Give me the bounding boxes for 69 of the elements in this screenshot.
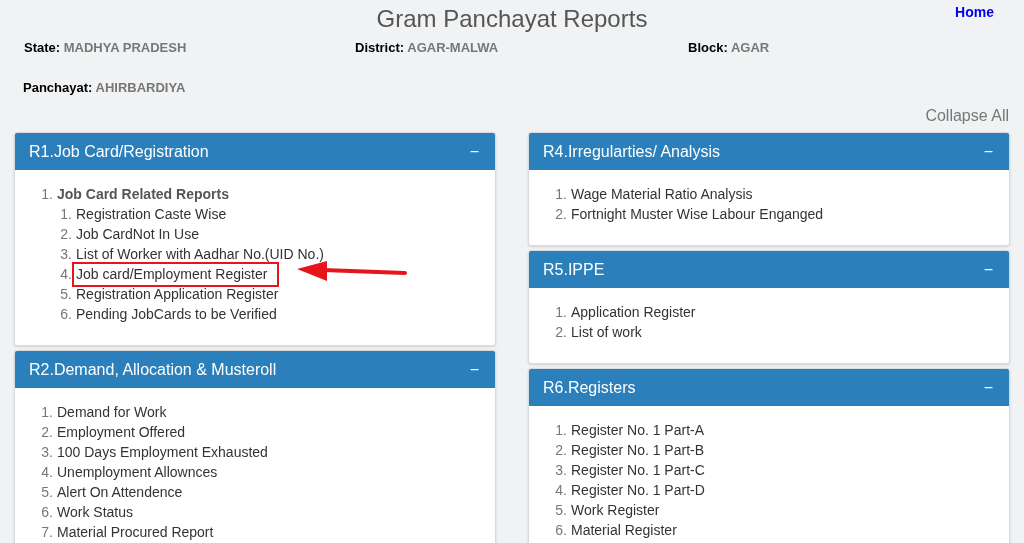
report-link[interactable]: Alert On Attendence (57, 481, 183, 503)
info-field: Panchayat: AHIRBARDIYA (23, 78, 1024, 94)
report-link[interactable]: Register No. 1 Part-A (571, 419, 705, 441)
report-link[interactable]: Demand for Work (57, 401, 167, 423)
report-link[interactable]: Material Register (571, 519, 677, 541)
report-link[interactable]: Register No. 1 Part-D (571, 479, 705, 501)
collapse-toggle[interactable]: − (983, 257, 993, 282)
panel-header[interactable]: R4.Irregularties/ Analysis − (529, 133, 1009, 170)
info-field: District: AGAR-MALWA (355, 38, 688, 54)
report-link[interactable]: Registration Caste Wise (76, 203, 227, 225)
report-link[interactable]: Employment Offered (57, 421, 186, 443)
report-link[interactable]: Register No. 1 Part-B (571, 439, 705, 461)
item-number: 2. (554, 322, 567, 342)
report-link[interactable]: 100 Days Employment Exhausted (57, 441, 268, 463)
item-number: 1. (554, 302, 567, 322)
item-number: 3. (554, 460, 567, 480)
item-number: 2. (59, 224, 72, 244)
item-number: 2. (554, 204, 567, 224)
item-number: 6. (40, 502, 53, 522)
report-link[interactable]: Job CardNot In Use (76, 223, 199, 245)
item-number: 1. (40, 184, 53, 204)
panel-title: R5.IPPE (543, 259, 605, 280)
collapse-all-link[interactable]: Collapse All (925, 104, 1009, 128)
panel-header[interactable]: R5.IPPE − (529, 251, 1009, 288)
item-number: 4. (59, 264, 72, 284)
report-link[interactable]: Application Register (571, 301, 696, 323)
collapse-toggle[interactable]: − (469, 139, 479, 164)
item-number: 4. (40, 462, 53, 482)
report-group-heading[interactable]: Job Card Related Reports (57, 183, 229, 205)
panel-title: R6.Registers (543, 377, 636, 398)
report-link[interactable]: Work Register (571, 499, 660, 521)
item-number: 4. (554, 480, 567, 500)
item-number: 2. (40, 422, 53, 442)
report-link[interactable]: Registration Application Register (76, 283, 279, 305)
panel-header[interactable]: R6.Registers − (529, 369, 1009, 406)
item-number: 7. (40, 522, 53, 542)
report-link[interactable]: Unemployment Allownces (57, 461, 218, 483)
item-number: 1. (59, 204, 72, 224)
report-link[interactable]: Pending JobCards to be Verified (76, 303, 277, 325)
info-field: Block: AGAR (688, 38, 1024, 54)
report-link[interactable]: Job card/Employment Register (76, 263, 268, 285)
item-number: 5. (40, 482, 53, 502)
panel-header[interactable]: R1.Job Card/Registration − (15, 133, 495, 170)
panel-title: R1.Job Card/Registration (29, 141, 209, 162)
item-number: 6. (59, 304, 72, 324)
item-number: 1. (40, 402, 53, 422)
info-field: State: MADHYA PRADESH (24, 38, 355, 54)
item-number: 3. (59, 244, 72, 264)
report-link[interactable]: Register No. 1 Part-C (571, 459, 705, 481)
collapse-toggle[interactable]: − (469, 357, 479, 382)
panel-title: R2.Demand, Allocation & Musteroll (29, 359, 277, 380)
item-number: 1. (554, 184, 567, 204)
report-link[interactable]: Wage Material Ratio Analysis (571, 183, 753, 205)
collapse-toggle[interactable]: − (983, 139, 993, 164)
item-number: 2. (554, 440, 567, 460)
report-link[interactable]: Work Status (57, 501, 133, 523)
report-link[interactable]: List of work (571, 321, 642, 343)
item-number: 3. (40, 442, 53, 462)
item-number: 6. (554, 520, 567, 540)
report-link[interactable]: List of Worker with Aadhar No.(UID No.) (76, 243, 324, 265)
item-number: 5. (554, 500, 567, 520)
collapse-toggle[interactable]: − (983, 375, 993, 400)
home-link[interactable]: Home (955, 2, 994, 23)
item-number: 5. (59, 284, 72, 304)
report-link[interactable]: Material Procured Report (57, 521, 214, 543)
panel-header[interactable]: R2.Demand, Allocation & Musteroll − (15, 351, 495, 388)
item-number: 1. (554, 420, 567, 440)
report-link[interactable]: Fortnight Muster Wise Labour Enganged (571, 203, 824, 225)
panel-title: R4.Irregularties/ Analysis (543, 141, 720, 162)
